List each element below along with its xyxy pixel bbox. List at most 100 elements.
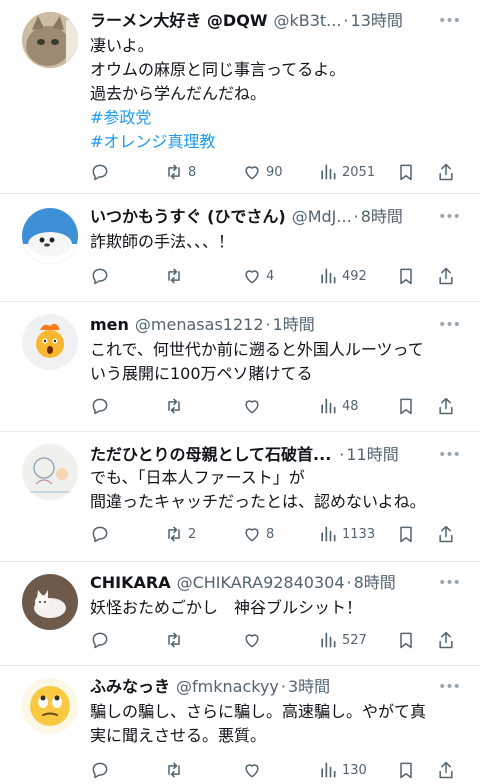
reply-button[interactable] — [90, 394, 114, 418]
timestamp[interactable]: 1時間 — [273, 315, 315, 334]
hashtag-link[interactable]: #参政党 — [90, 106, 464, 130]
timestamp[interactable]: 8時間 — [354, 573, 396, 592]
user-handle[interactable]: @CHIKARA92840304 — [177, 573, 345, 592]
more-options-icon[interactable]: ••• — [438, 10, 461, 32]
tweet-line: 過去から学んだんだね。 — [90, 84, 267, 103]
view-count: 1133 — [342, 526, 376, 542]
separator: · — [343, 11, 349, 30]
share-icon — [439, 525, 453, 543]
views-button[interactable]: 527 — [318, 628, 367, 652]
bookmark-button[interactable] — [396, 522, 416, 546]
views-button[interactable]: 492 — [318, 264, 367, 288]
tweet-header: CHIKARA @CHIKARA92840304 · 8時間 — [90, 570, 434, 596]
reply-button[interactable] — [90, 758, 114, 782]
white-cat-avatar[interactable] — [22, 574, 78, 630]
action-bar: 527 — [90, 628, 464, 652]
timestamp[interactable]: 8時間 — [361, 207, 403, 226]
share-button[interactable] — [436, 628, 456, 652]
tweet-item[interactable]: ラーメン大好き @DQW @kB3t... · 13時間 ••• 凄いよ。 オウムの麻… — [0, 0, 480, 194]
more-options-icon[interactable]: ••• — [438, 676, 461, 698]
tweet-item[interactable]: CHIKARA @CHIKARA92840304 · 8時間 ••• 妖怪おためごかし… — [0, 562, 480, 666]
reply-icon — [92, 268, 108, 285]
views-button[interactable]: 2051 — [318, 160, 375, 184]
bookmark-button[interactable] — [396, 160, 416, 184]
tweet-item[interactable]: men @menasas1212 · 1時間 ••• これで、何世代か前に遡ると外国人… — [0, 302, 480, 432]
views-button[interactable]: 48 — [318, 394, 359, 418]
like-button[interactable]: 4 — [242, 264, 274, 288]
tweet-text: でも、「日本人ファースト」が 間違ったキャッチだったとは、認めないよね。 — [90, 466, 464, 514]
display-name[interactable]: men — [90, 315, 129, 334]
share-button[interactable] — [436, 758, 456, 782]
tweet-header: ただひとりの母親として石破首... · 11時間 — [90, 442, 434, 468]
more-options-icon[interactable]: ••• — [438, 206, 461, 228]
tweet-text: 騙しの騙し、さらに騙し。高速騙し。やがて真 実に聞えさせる。悪質。 — [90, 700, 464, 748]
like-button[interactable]: 90 — [242, 160, 283, 184]
like-count: 4 — [266, 268, 275, 284]
reply-button[interactable] — [90, 628, 114, 652]
action-bar: 8 90 2051 — [90, 160, 464, 184]
timestamp[interactable]: 11時間 — [346, 445, 398, 464]
user-handle[interactable]: @kB3t... — [273, 11, 341, 30]
like-button[interactable] — [242, 394, 266, 418]
user-handle[interactable]: @fmknackyy — [176, 677, 279, 696]
reply-icon — [92, 526, 108, 543]
like-button[interactable] — [242, 628, 266, 652]
like-button[interactable] — [242, 758, 266, 782]
bookmark-button[interactable] — [396, 758, 416, 782]
retweet-button[interactable]: 2 — [164, 522, 196, 546]
reply-button[interactable] — [90, 522, 114, 546]
display-name[interactable]: ふみなっき — [90, 677, 170, 696]
tweet-item[interactable]: ふみなっき @fmknackyy · 3時間 ••• 騙しの騙し、さらに騙し。高速騙し… — [0, 666, 480, 784]
views-icon — [321, 762, 336, 778]
tweet-line: 妖怪おためごかし 神谷ブルシット！ — [90, 598, 363, 617]
hashtag-link[interactable]: #オレンジ真理教 — [90, 130, 464, 154]
retweet-button[interactable] — [164, 758, 188, 782]
reply-button[interactable] — [90, 264, 114, 288]
retweet-button[interactable] — [164, 264, 188, 288]
tweet-item[interactable]: いつかもうすぐ (ひでさん) @MdJ... · 8時間 ••• 詐欺師の手法、、、！… — [0, 194, 480, 302]
retweet-icon — [168, 632, 180, 648]
retweet-button[interactable] — [164, 628, 188, 652]
tweet-item[interactable]: ただひとりの母親として石破首... · 11時間 ••• でも、「日本人ファースト」… — [0, 432, 480, 562]
heart-icon — [245, 634, 259, 648]
share-button[interactable] — [436, 394, 456, 418]
like-button[interactable]: 8 — [242, 522, 274, 546]
display-name[interactable]: いつかもうすぐ (ひでさん) — [90, 207, 286, 226]
tweet-text: 妖怪おためごかし 神谷ブルシット！ — [90, 596, 464, 620]
view-count: 130 — [342, 762, 367, 778]
views-button[interactable]: 1133 — [318, 522, 375, 546]
share-button[interactable] — [436, 160, 456, 184]
drawing-avatar[interactable] — [22, 444, 78, 500]
retweet-button[interactable] — [164, 394, 188, 418]
cat-avatar[interactable] — [22, 12, 78, 68]
user-handle[interactable]: @MdJ... — [292, 207, 352, 226]
timestamp[interactable]: 3時間 — [288, 677, 330, 696]
seal-avatar[interactable] — [22, 208, 78, 264]
more-options-icon[interactable]: ••• — [438, 314, 461, 336]
share-icon — [439, 761, 453, 779]
shocked-emoji-avatar[interactable] — [22, 314, 78, 370]
user-handle[interactable]: @menasas1212 — [135, 315, 264, 334]
display-name[interactable]: CHIKARA — [90, 573, 171, 592]
views-button[interactable]: 130 — [318, 758, 367, 782]
display-name[interactable]: ただひとりの母親として石破首... — [90, 445, 331, 464]
bookmark-button[interactable] — [396, 628, 416, 652]
timestamp[interactable]: 13時間 — [351, 11, 403, 30]
bookmark-button[interactable] — [396, 264, 416, 288]
tweet-line: これで、何世代か前に遡ると外国人ルーツって — [90, 340, 424, 359]
reply-icon — [92, 398, 108, 415]
action-bar: 130 — [90, 758, 464, 782]
retweet-button[interactable]: 8 — [164, 160, 196, 184]
rolling-eyes-emoji-avatar[interactable] — [22, 678, 78, 734]
reply-button[interactable] — [90, 160, 114, 184]
separator: · — [346, 573, 352, 592]
more-options-icon[interactable]: ••• — [438, 572, 461, 594]
display-name[interactable]: ラーメン大好き @DQW — [90, 11, 267, 30]
bookmark-button[interactable] — [396, 394, 416, 418]
share-button[interactable] — [436, 264, 456, 288]
share-button[interactable] — [436, 522, 456, 546]
tweet-line: 凄いよ。 — [90, 36, 154, 55]
more-options-icon[interactable]: ••• — [438, 444, 461, 466]
bookmark-icon — [400, 632, 412, 649]
heart-icon — [245, 400, 259, 414]
